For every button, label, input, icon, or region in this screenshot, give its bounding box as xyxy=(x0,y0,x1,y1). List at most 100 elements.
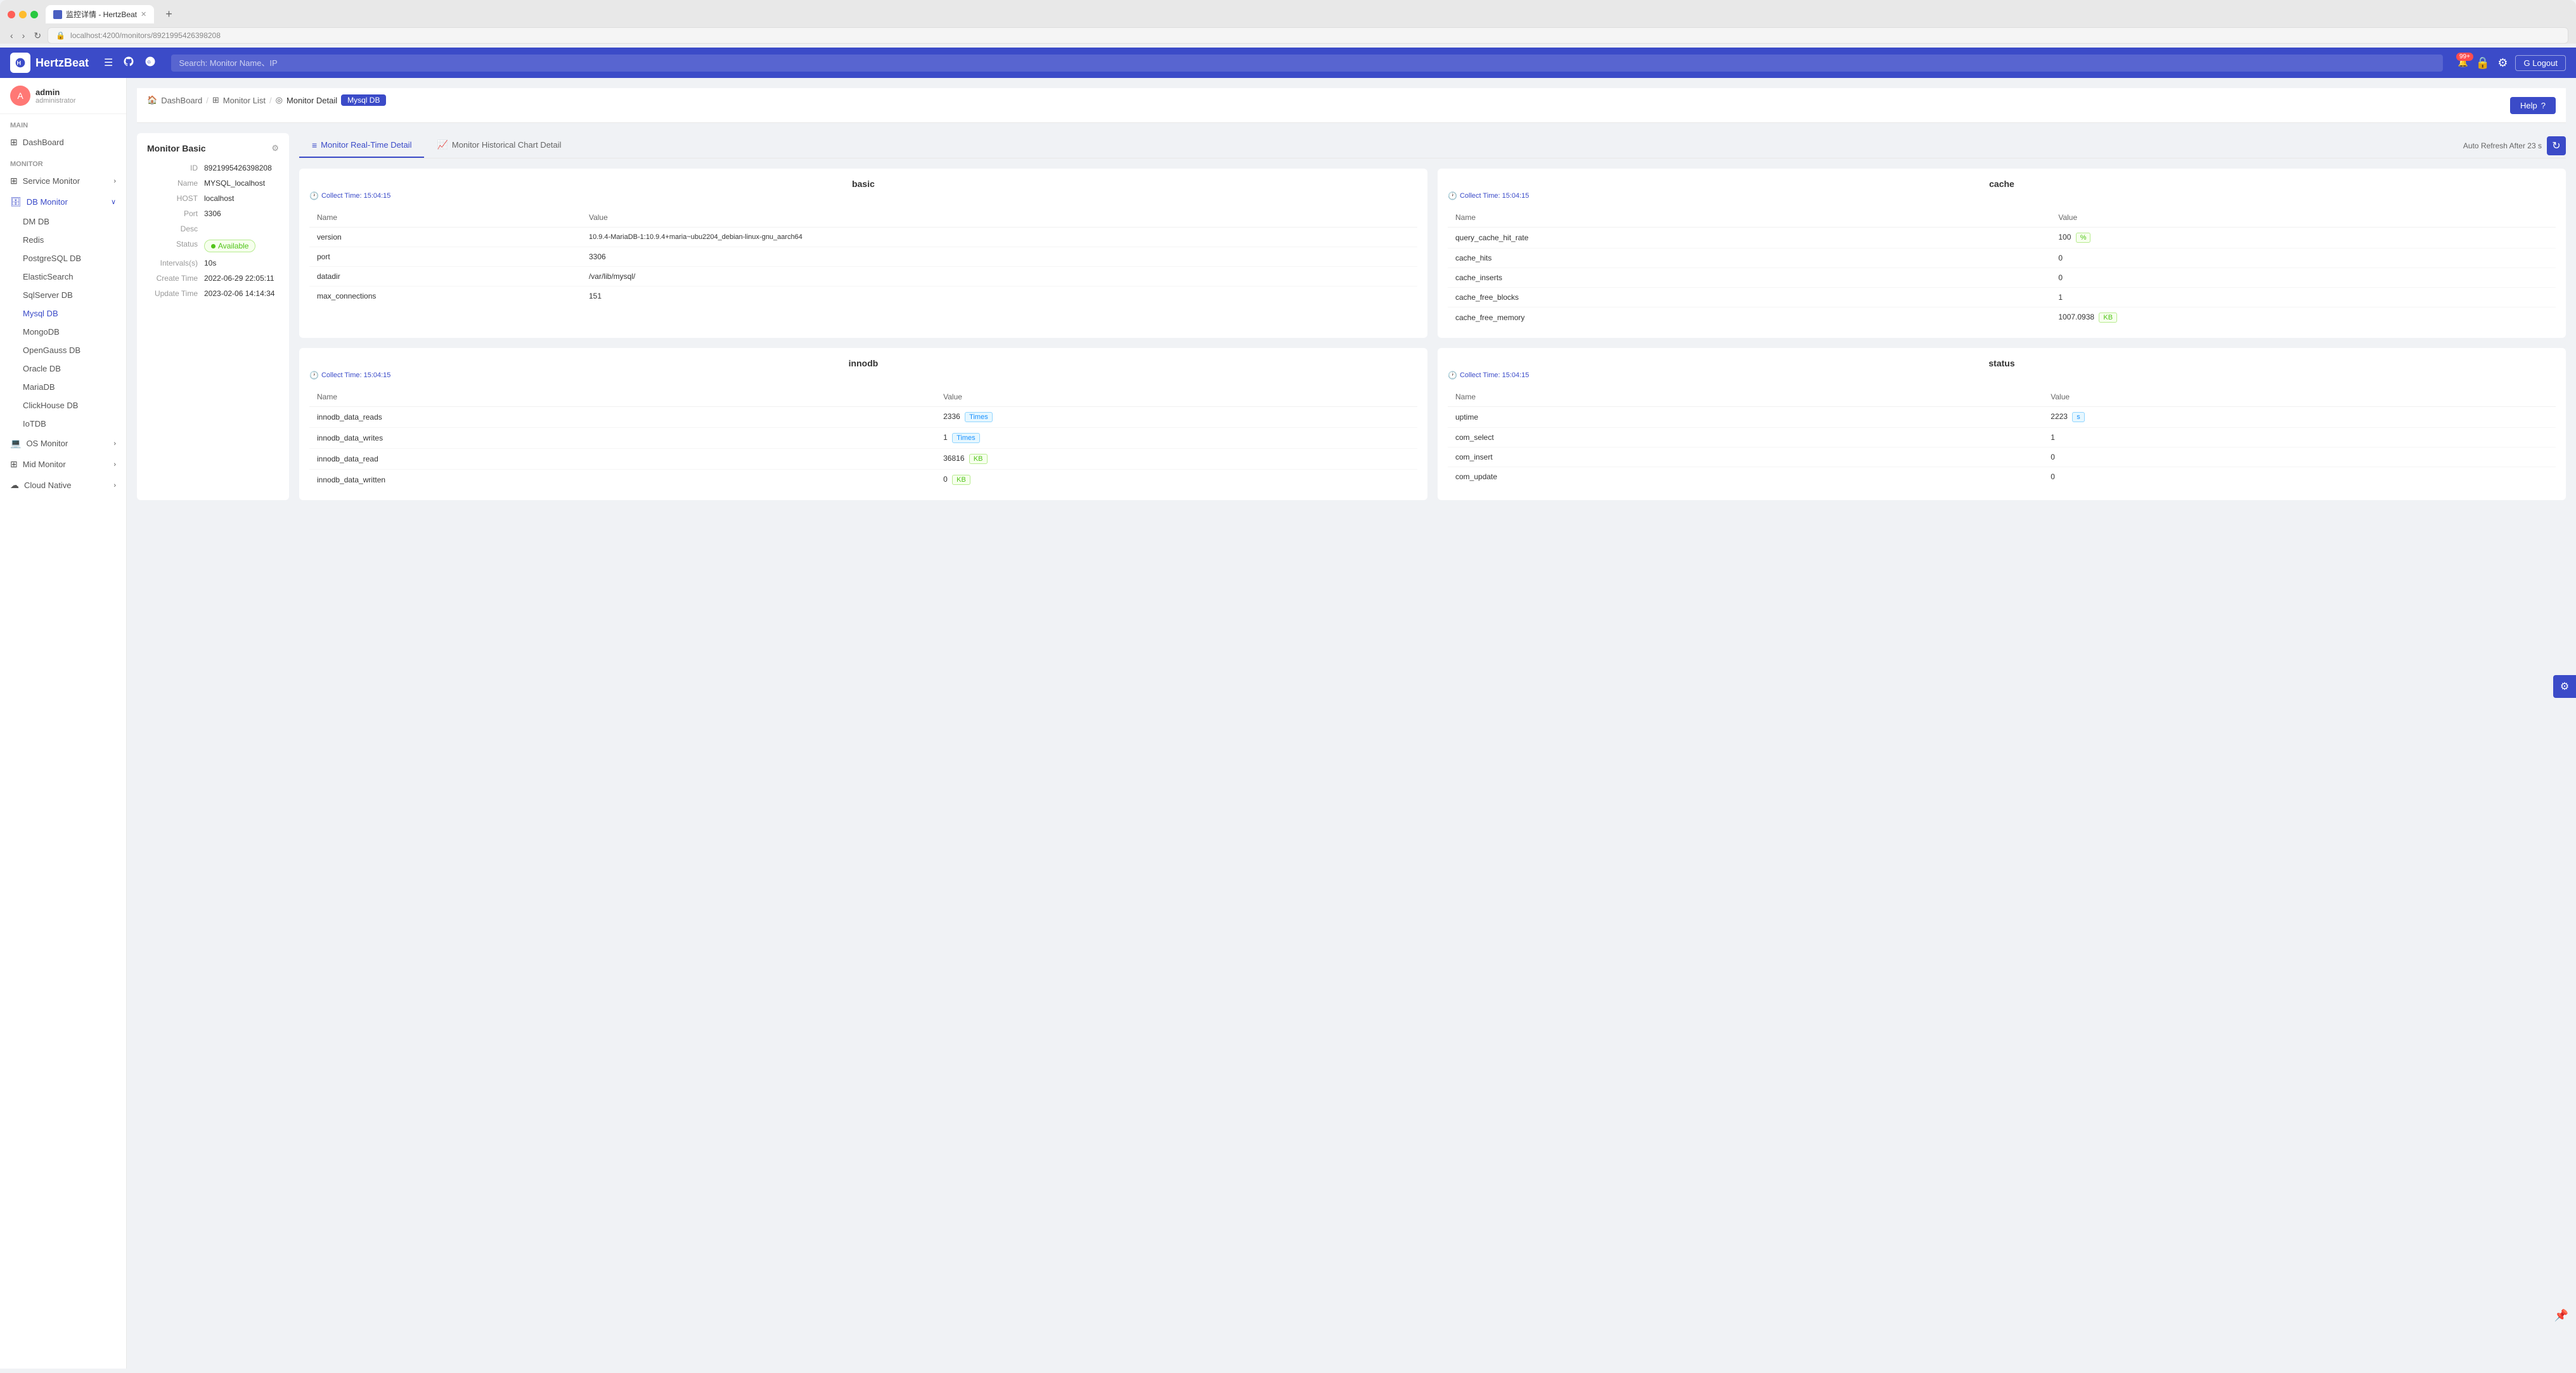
cell-chits-name: cache_hits xyxy=(1448,248,2051,268)
status-table: Name Value uptime 2223 s com_s xyxy=(1448,387,2556,486)
cell-cins-value: 0 xyxy=(2051,268,2556,288)
minimize-dot[interactable] xyxy=(19,11,27,18)
table-row: com_update 0 xyxy=(1448,467,2556,487)
monitor-list-icon: ⊞ xyxy=(212,95,219,105)
monitor-detail-layout: Monitor Basic ⚙ ID 8921995426398208 Name… xyxy=(137,133,2566,500)
sidebar-item-dashboard[interactable]: ⊞ DashBoard xyxy=(0,132,126,153)
sidebar-item-mid-monitor[interactable]: ⊞ Mid Monitor › xyxy=(0,454,126,475)
breadcrumb-monitor-list[interactable]: Monitor List xyxy=(223,96,266,105)
refresh-button[interactable]: ↻ xyxy=(2547,136,2566,155)
current-monitor-icon: ◎ xyxy=(276,95,283,105)
name-value: MYSQL_localhost xyxy=(204,179,279,188)
monitor-basic-title: Monitor Basic xyxy=(147,143,279,153)
service-monitor-arrow: › xyxy=(113,177,116,185)
cell-qchr-name: query_cache_hit_rate xyxy=(1448,228,2051,248)
sidebar-item-os-monitor[interactable]: 💻 OS Monitor › xyxy=(0,433,126,454)
logo-icon: H xyxy=(10,53,30,73)
sidebar-sub-redis[interactable]: Redis xyxy=(0,231,126,249)
innodb-collect-time-text: Collect Time: 15:04:15 xyxy=(321,371,390,379)
maximize-dot[interactable] xyxy=(30,11,38,18)
menu-icon[interactable]: ☰ xyxy=(104,56,113,69)
lock-header-icon[interactable]: 🔒 xyxy=(2476,56,2490,70)
sidebar-sub-opengauss[interactable]: OpenGauss DB xyxy=(0,341,126,359)
cell-select-value: 1 xyxy=(2043,428,2556,448)
table-row: innodb_data_read 36816 KB xyxy=(309,449,1417,470)
new-tab-button[interactable]: + xyxy=(162,8,176,21)
tab-historical[interactable]: 📈 Monitor Historical Chart Detail xyxy=(424,133,574,158)
back-button[interactable]: ‹ xyxy=(8,29,16,42)
sidebar-sub-mysql[interactable]: Mysql DB xyxy=(0,304,126,323)
unit-times-1: Times xyxy=(965,412,993,422)
collect-time-text: Collect Time: 15:04:15 xyxy=(321,192,390,200)
sidebar-sub-clickhouse[interactable]: ClickHouse DB xyxy=(0,396,126,415)
dashboard-icon: ⊞ xyxy=(10,137,18,148)
refresh-section: Auto Refresh After 23 s ↻ xyxy=(2463,136,2566,155)
port-label: Port xyxy=(147,209,204,218)
sidebar-sub-mongodb[interactable]: MongoDB xyxy=(0,323,126,341)
header-right: 🔔 99+ 🔒 ⚙ G Logout xyxy=(2458,55,2566,71)
gitee-icon[interactable]: G xyxy=(145,56,156,70)
innodb-col-name: Name xyxy=(309,387,936,407)
cell-maxconn-value: 151 xyxy=(581,287,1417,306)
sidebar-item-service-monitor[interactable]: ⊞ Service Monitor › xyxy=(0,171,126,191)
cell-version-value: 10.9.4-MariaDB-1:10.9.4+maria~ubu2204_de… xyxy=(581,228,1417,247)
sidebar-sub-mariadb[interactable]: MariaDB xyxy=(0,378,126,396)
float-pin-button[interactable]: 📌 xyxy=(2554,1309,2568,1322)
notification-badge[interactable]: 🔔 99+ xyxy=(2458,58,2468,68)
basic-row-id: ID 8921995426398208 xyxy=(147,164,279,172)
tab-favicon xyxy=(53,10,62,19)
address-bar-url[interactable]: localhost:4200/monitors/8921995426398208 xyxy=(70,31,221,40)
sidebar-sub-elasticsearch[interactable]: ElasticSearch xyxy=(0,268,126,286)
cell-idwritten-value: 0 KB xyxy=(936,470,1417,491)
settings-icon[interactable]: ⚙ xyxy=(2497,56,2508,70)
table-row: cache_inserts 0 xyxy=(1448,268,2556,288)
tab-close-icon[interactable]: ✕ xyxy=(141,10,146,18)
search-input[interactable] xyxy=(171,55,2442,72)
reload-button[interactable]: ↻ xyxy=(31,29,44,42)
cell-cfb-value: 1 xyxy=(2051,288,2556,307)
tab-realtime[interactable]: ≡ Monitor Real-Time Detail xyxy=(299,134,424,158)
sidebar-sub-postgresql[interactable]: PostgreSQL DB xyxy=(0,249,126,268)
cell-version-name: version xyxy=(309,228,581,247)
main-layout: A admin administrator Main ⊞ DashBoard M… xyxy=(0,78,2576,1369)
cell-uptime-value: 2223 s xyxy=(2043,407,2556,428)
sidebar-sub-dm-db[interactable]: DM DB xyxy=(0,212,126,231)
clock-icon-4: 🕐 xyxy=(1448,371,1457,380)
clock-icon-3: 🕐 xyxy=(309,371,319,380)
basic-row-status: Status Available xyxy=(147,240,279,252)
sidebar-item-cloud-native[interactable]: ☁ Cloud Native › xyxy=(0,475,126,496)
user-section: A admin administrator xyxy=(0,78,126,114)
help-button[interactable]: Help ? xyxy=(2510,97,2556,114)
cell-update-name: com_update xyxy=(1448,467,2043,487)
breadcrumb-dashboard[interactable]: DashBoard xyxy=(161,96,202,105)
browser-tab[interactable]: 监控详情 - HertzBeat ✕ xyxy=(46,5,154,23)
cell-update-value: 0 xyxy=(2043,467,2556,487)
sidebar-sub-iotdb[interactable]: IoTDB xyxy=(0,415,126,433)
mid-monitor-icon: ⊞ xyxy=(10,459,18,470)
user-info: admin administrator xyxy=(35,87,76,105)
basic-settings-icon[interactable]: ⚙ xyxy=(271,143,279,153)
sidebar-sub-sqlserver[interactable]: SqlServer DB xyxy=(0,286,126,304)
forward-button[interactable]: › xyxy=(20,29,28,42)
table-row: query_cache_hit_rate 100 % xyxy=(1448,228,2556,248)
logout-button[interactable]: G Logout xyxy=(2515,55,2566,71)
clock-icon: 🕐 xyxy=(309,191,319,200)
cloud-arrow: › xyxy=(113,482,116,489)
sidebar-item-db-monitor[interactable]: 🗄 DB Monitor ∨ xyxy=(0,191,126,212)
cell-idread-name: innodb_data_read xyxy=(309,449,936,470)
port-value: 3306 xyxy=(204,209,279,218)
table-row: version 10.9.4-MariaDB-1:10.9.4+maria~ub… xyxy=(309,228,1417,247)
cell-insert-value: 0 xyxy=(2043,448,2556,467)
float-settings-button[interactable]: ⚙ xyxy=(2553,675,2576,698)
tabs-bar: ≡ Monitor Real-Time Detail 📈 Monitor His… xyxy=(299,133,2566,158)
logo[interactable]: H HertzBeat xyxy=(10,53,89,73)
close-dot[interactable] xyxy=(8,11,15,18)
table-row: com_insert 0 xyxy=(1448,448,2556,467)
home-icon: 🏠 xyxy=(147,95,157,105)
github-icon[interactable] xyxy=(123,56,134,70)
card-basic-collect-time: 🕐 Collect Time: 15:04:15 xyxy=(309,191,1417,200)
cache-col-value: Value xyxy=(2051,208,2556,228)
cache-collect-time-text: Collect Time: 15:04:15 xyxy=(1460,192,1529,200)
sidebar-sub-oracle[interactable]: Oracle DB xyxy=(0,359,126,378)
breadcrumb-sep2: / xyxy=(269,96,272,105)
